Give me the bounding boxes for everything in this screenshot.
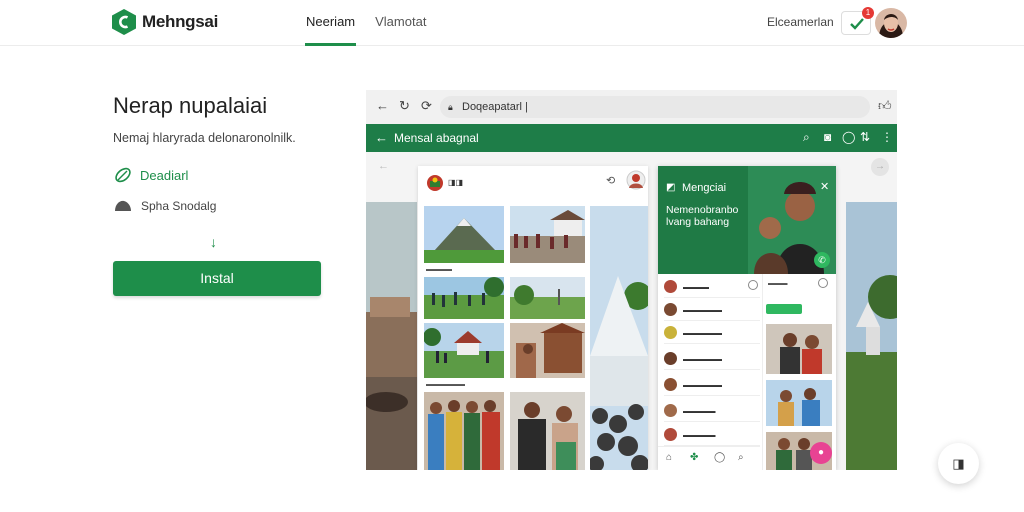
list-item[interactable]: ▬▬▬▬▬ [664, 424, 760, 446]
notification-badge: 1 [862, 7, 874, 19]
list-item[interactable]: ▬▬▬▬▬▬ [664, 299, 760, 321]
fab-mic-icon[interactable]: ● [810, 442, 832, 464]
notification-button[interactable]: 1 [841, 7, 874, 35]
account-link[interactable]: Elceamerlan [767, 15, 834, 29]
lock-icon: 🔒︎ [448, 102, 453, 112]
photo-crowd-house[interactable] [510, 206, 585, 263]
chat-photo-1[interactable] [766, 324, 832, 374]
url-text: Doqeapatarl [462, 101, 522, 113]
back-arrow-icon[interactable]: ← [376, 98, 389, 113]
list-item[interactable]: ▬▬▬▬▬▬ [664, 374, 760, 396]
side-photo-left [366, 202, 417, 470]
avatar [664, 404, 677, 417]
avatar [664, 428, 677, 441]
search-icon[interactable]: ⌕ [738, 452, 744, 463]
photo-field-people[interactable] [424, 277, 504, 319]
tab-vlamotat[interactable]: Vlamotat [374, 0, 427, 46]
chat-title: Mengciai [682, 182, 727, 194]
brand-logo[interactable]: Mehngsai [112, 9, 218, 35]
avatar [664, 326, 677, 339]
reload-icon[interactable]: ↻ [399, 98, 410, 114]
feature-2-label: Spha Snodalg [141, 199, 217, 213]
avatar [664, 303, 677, 316]
emblem-icon [427, 175, 443, 191]
photo-caption: ▬▬▬▬ [426, 266, 452, 273]
photo-hillside[interactable] [510, 277, 585, 319]
chat-photo-2[interactable] [766, 380, 832, 426]
photo-building-people[interactable] [424, 323, 504, 378]
user-avatar[interactable] [875, 8, 907, 38]
community-icon[interactable]: ✤ [690, 452, 698, 463]
recycle-icon[interactable]: ⟲ [606, 174, 615, 187]
chat-banner-text: Nemenobranbo lvang bahang [666, 204, 739, 228]
chat-icon: ◩ [666, 182, 676, 193]
status-icon[interactable]: ◯ [714, 452, 725, 463]
avatar [664, 352, 677, 365]
radio-icon[interactable] [818, 278, 828, 288]
install-button[interactable]: Instal [113, 261, 321, 296]
search-icon[interactable]: ⌕ [803, 130, 810, 145]
profile-avatar-icon[interactable] [626, 170, 646, 190]
list-item[interactable]: ▬▬▬▬▬ [664, 400, 760, 422]
browser-toolbar: ← ↻ ⟳ 🔒︎ Doqeapatarl | 👍︎ [366, 90, 897, 124]
avatar [664, 280, 677, 293]
photo-two-people[interactable] [510, 392, 585, 470]
chat-banner: ◩ Mengciai ✕ Nemenobranbo lvang bahang ✆ [658, 166, 836, 274]
list-item[interactable]: ▬▬▬▬ [664, 276, 760, 298]
radio-icon[interactable] [748, 280, 758, 290]
browser-preview: ← ↻ ⟳ 🔒︎ Doqeapatarl | 👍︎ ← Mensal abagn… [366, 90, 897, 470]
refresh-icon[interactable]: ⟳ [421, 98, 432, 114]
new-chip[interactable] [766, 304, 802, 314]
square-icon[interactable]: ◨ [938, 443, 979, 484]
thumbs-up-icon[interactable]: 👍︎ [878, 98, 892, 114]
app-header: ← Mensal abagnal ⌕ ◙ ◯ ⇅ ⋮ [366, 124, 897, 152]
hero-title: Nerap nupalaiai [113, 93, 268, 118]
cloud-icon [115, 200, 131, 211]
feature-1-label: Deadiarl [140, 167, 189, 183]
home-icon[interactable]: ⌂ [666, 452, 672, 463]
photo-mountain[interactable] [424, 206, 504, 263]
list-header: ▬▬▬ [768, 280, 788, 287]
list-item[interactable]: ▬▬▬▬▬▬ [664, 322, 760, 344]
chat-panel: ◩ Mengciai ✕ Nemenobranbo lvang bahang ✆… [658, 166, 836, 470]
side-photo-right [846, 202, 897, 470]
app-content: ← → ◨◨ ⟲ ▬▬▬▬ ▬▬▬▬▬▬ ◩ Mengciai ✕ Nemeno… [366, 152, 897, 470]
close-icon[interactable]: ✕ [820, 180, 829, 193]
top-navigation-bar: Mehngsai Neeriam Vlamotat Elceamerlan 1 [0, 0, 1024, 46]
avatar [664, 378, 677, 391]
photo-wooden-house[interactable] [510, 323, 585, 378]
app-header-title: Mensal abagnal [394, 131, 479, 145]
feature-item-2: Spha Snodalg [114, 198, 216, 214]
list-item[interactable]: ▬▬▬▬▬▬ [664, 348, 760, 370]
photo-group-portrait[interactable] [424, 392, 504, 470]
back-arrow-icon[interactable]: ← [375, 130, 388, 145]
share-icon[interactable]: ⇅ [860, 130, 870, 144]
url-bar[interactable]: 🔒︎ Doqeapatarl | [440, 96, 870, 118]
call-icon[interactable]: ✆ [814, 252, 830, 268]
prev-arrow-icon[interactable]: ← [378, 160, 389, 172]
gallery-icon: ◨◨ [448, 178, 464, 187]
photo-gallery-panel: ◨◨ ⟲ ▬▬▬▬ ▬▬▬▬▬▬ [418, 166, 648, 470]
chat-tabbar: ⌂ ✤ ◯ ⌕ [658, 446, 760, 470]
app-name: Mehngsai [142, 12, 219, 31]
feature-item-1: Deadiarl [114, 166, 188, 184]
more-icon[interactable]: ⋮ [881, 130, 893, 144]
photo-tent-landscape[interactable] [590, 206, 648, 470]
main-nav: Neeriam Vlamotat [305, 0, 427, 46]
tab-neeriam[interactable]: Neeriam [305, 0, 357, 46]
hero-subtitle: Nemaj hlaryrada delonaronolnilk. [113, 131, 296, 145]
photo-caption: ▬▬▬▬▬▬ [426, 381, 465, 388]
arrow-down-icon: ↓ [210, 234, 217, 250]
brand-logo-icon [112, 9, 136, 35]
status-icon[interactable]: ◯ [842, 130, 855, 144]
leaf-icon [115, 167, 131, 183]
next-arrow-icon[interactable]: → [871, 158, 889, 176]
camera-icon[interactable]: ◙ [824, 130, 831, 144]
